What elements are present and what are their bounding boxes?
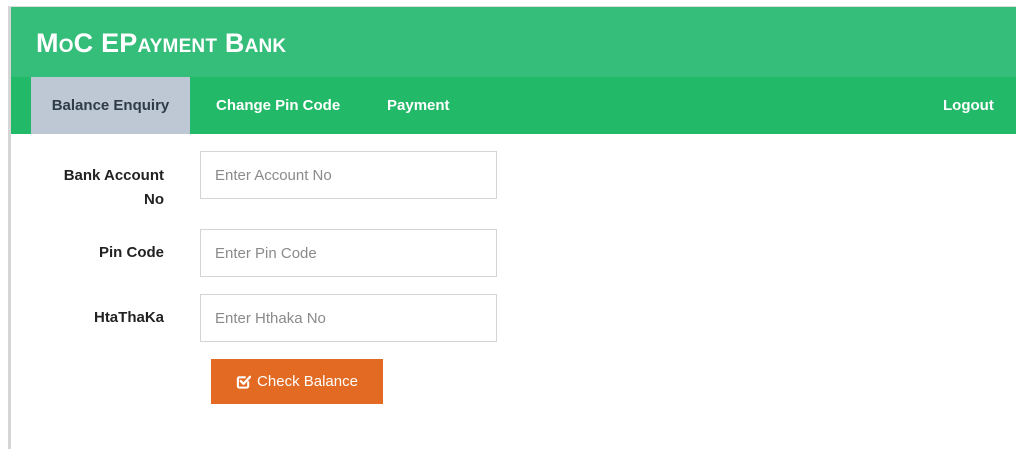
nav-payment[interactable]: Payment bbox=[387, 77, 450, 134]
account-number-input[interactable] bbox=[200, 151, 497, 199]
main-navbar: Balance Enquiry Change Pin Code Payment … bbox=[11, 77, 1016, 134]
pin-row: Pin Code bbox=[11, 229, 811, 277]
check-balance-label: Check Balance bbox=[257, 373, 358, 390]
account-row: Bank Account No bbox=[11, 151, 811, 211]
pin-code-input[interactable] bbox=[200, 229, 497, 277]
account-label: Bank Account No bbox=[63, 167, 164, 208]
check-balance-button[interactable]: Check Balance bbox=[211, 359, 383, 404]
app-header: MoC EPayment Bank bbox=[11, 7, 1016, 77]
nav-balance-enquiry[interactable]: Balance Enquiry bbox=[31, 77, 190, 134]
nav-logout[interactable]: Logout bbox=[943, 77, 994, 134]
htathaka-label: HtaThaKa bbox=[93, 309, 164, 326]
brand-title: MoC EPayment Bank bbox=[36, 28, 287, 58]
htathaka-row: HtaThaKa bbox=[11, 294, 811, 342]
nav-change-pin-code[interactable]: Change Pin Code bbox=[216, 77, 340, 134]
check-square-icon bbox=[236, 374, 252, 389]
pin-code-label: Pin Code bbox=[98, 244, 164, 261]
htathaka-input[interactable] bbox=[200, 294, 497, 342]
